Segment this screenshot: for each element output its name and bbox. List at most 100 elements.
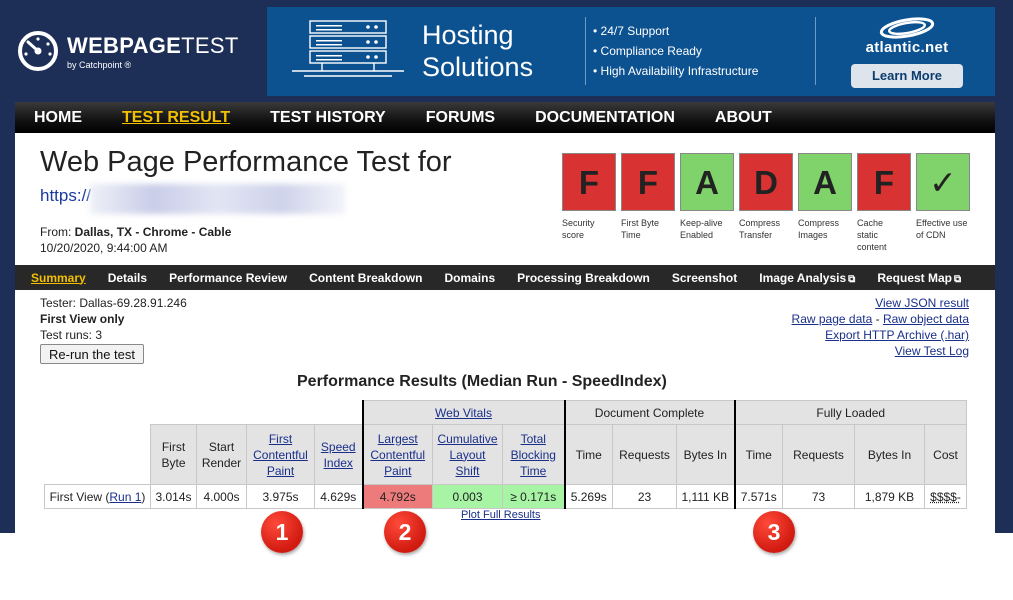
page-title: Web Page Performance Test for	[40, 146, 452, 178]
col-fl-bytes: Bytes In	[854, 424, 925, 485]
grade-compress-images[interactable]: A	[798, 153, 852, 211]
empty-header	[45, 401, 363, 425]
table-row: First View (Run 1) 3.014s 4.000s 3.975s …	[44, 484, 967, 509]
tab-request-map[interactable]: Request Map ⧉	[877, 271, 961, 285]
nav-about[interactable]: ABOUT	[715, 109, 772, 127]
external-link-icon: ⧉	[954, 273, 962, 285]
test-runs: Test runs: 3	[40, 328, 103, 342]
col-lcp[interactable]: Largest Contentful Paint	[361, 424, 433, 485]
col-dc-bytes: Bytes In	[676, 424, 735, 485]
view-mode: First View only	[40, 312, 125, 326]
run-1-link[interactable]: Run 1	[109, 490, 141, 504]
external-link-icon: ⧉	[848, 273, 856, 285]
test-date: 10/20/2020, 9:44:00 AM	[40, 241, 168, 255]
cell-first-byte: 3.014s	[150, 484, 197, 509]
grade-keep-alive[interactable]: A	[680, 153, 734, 211]
plot-full-results-link[interactable]: Plot Full Results	[461, 509, 540, 521]
server-rack-icon	[292, 20, 404, 77]
cell-fl-cost[interactable]: $$$$-	[924, 484, 967, 509]
tab-performance-review[interactable]: Performance Review	[169, 271, 287, 285]
annotation-marker-1: 1	[261, 511, 303, 553]
grade-label: Keep-alive Enabled	[680, 218, 723, 240]
ad-bullets: • 24/7 Support • Compliance Ready • High…	[593, 21, 758, 81]
ad-title: Hosting Solutions	[422, 20, 534, 82]
cell-tbt: ≥ 0.171s	[502, 484, 565, 509]
rerun-test-button[interactable]: Re-run the test	[40, 344, 144, 364]
annotation-marker-2: 2	[384, 511, 426, 553]
grade-cdn[interactable]: ✓	[916, 153, 970, 211]
url-redaction-blur	[90, 184, 345, 214]
tab-processing-breakdown[interactable]: Processing Breakdown	[517, 271, 650, 285]
nav-test-history[interactable]: TEST HISTORY	[270, 109, 386, 127]
cell-start-render: 4.000s	[196, 484, 247, 509]
raw-data-links: Raw page data - Raw object data	[791, 312, 969, 326]
tester-info: Tester: Dallas-69.28.91.246	[40, 296, 187, 310]
col-speed-index[interactable]: Speed Index	[314, 424, 363, 485]
web-vitals-header[interactable]: Web Vitals	[361, 400, 565, 425]
col-cls[interactable]: Cumulative Layout Shift	[432, 424, 503, 485]
grade-first-byte-time[interactable]: F	[621, 153, 675, 211]
document-complete-header: Document Complete	[563, 400, 735, 425]
tab-content-breakdown[interactable]: Content Breakdown	[309, 271, 422, 285]
tab-domains[interactable]: Domains	[444, 271, 495, 285]
grade-security-score[interactable]: F	[562, 153, 616, 211]
atlantic-swoosh-icon	[879, 17, 935, 39]
col-tbt[interactable]: Total Blocking Time	[502, 424, 565, 485]
tab-image-analysis[interactable]: Image Analysis ⧉	[759, 271, 855, 285]
col-start-render: Start Render	[196, 424, 247, 485]
brand-name: WEBPAGETEST	[67, 32, 239, 58]
ad-banner[interactable]: Hosting Solutions • 24/7 Support • Compl…	[267, 7, 995, 96]
ad-bullet: • Compliance Ready	[593, 44, 702, 58]
grade-label: Security score	[562, 218, 595, 240]
tab-details[interactable]: Details	[108, 271, 147, 285]
col-fcp[interactable]: First Contentful Paint	[246, 424, 315, 485]
col-fl-time: Time	[733, 424, 783, 485]
performance-results-table: Web Vitals Document Complete Fully Loade…	[44, 400, 967, 509]
result-tabs: Summary Details Performance Review Conte…	[15, 265, 995, 290]
row-label: First View (Run 1)	[44, 484, 151, 509]
test-location: From: Dallas, TX - Chrome - Cable	[40, 225, 232, 239]
col-dc-time: Time	[563, 424, 613, 485]
grade-label: Cache static content	[857, 218, 887, 252]
learn-more-button[interactable]: Learn More	[851, 64, 963, 88]
nav-home[interactable]: HOME	[34, 109, 82, 127]
annotation-marker-3: 3	[753, 511, 795, 553]
col-fl-cost: Cost	[924, 424, 967, 485]
cell-speed-index: 4.629s	[314, 484, 363, 509]
row-label-header	[44, 424, 151, 485]
grade-label: First Byte Time	[621, 218, 660, 240]
speedometer-icon	[18, 31, 58, 71]
cell-fl-requests: 73	[782, 484, 855, 509]
grade-label: Compress Images	[798, 218, 840, 240]
raw-object-data-link[interactable]: Raw object data	[883, 312, 969, 326]
results-title: Performance Results (Median Run - SpeedI…	[297, 373, 667, 390]
cell-fcp: 3.975s	[246, 484, 315, 509]
view-json-link[interactable]: View JSON result	[875, 296, 969, 310]
grade-label: Effective use of CDN	[916, 218, 968, 240]
tab-summary[interactable]: Summary	[31, 271, 86, 285]
cell-fl-time: 7.571s	[733, 484, 783, 509]
grade-label: Compress Transfer	[739, 218, 781, 240]
grade-cache-static[interactable]: F	[857, 153, 911, 211]
view-test-log-link[interactable]: View Test Log	[895, 344, 969, 358]
nav-test-result[interactable]: TEST RESULT	[122, 109, 230, 127]
fully-loaded-header: Fully Loaded	[733, 400, 967, 425]
tab-screenshot[interactable]: Screenshot	[672, 271, 737, 285]
cell-dc-requests: 23	[612, 484, 677, 509]
tested-url[interactable]: https://	[40, 186, 91, 206]
webpagetest-logo[interactable]: WEBPAGETEST by Catchpoint ®	[17, 26, 239, 76]
ad-brand-logo: atlantic.net	[849, 17, 965, 56]
grade-compress-transfer[interactable]: D	[739, 153, 793, 211]
ad-divider	[585, 17, 586, 85]
cell-cls: 0.003	[432, 484, 503, 509]
export-har-link[interactable]: Export HTTP Archive (.har)	[825, 328, 969, 342]
cell-fl-bytes: 1,879 KB	[854, 484, 925, 509]
col-fl-requests: Requests	[782, 424, 855, 485]
nav-documentation[interactable]: DOCUMENTATION	[535, 109, 675, 127]
cell-dc-bytes: 1,111 KB	[676, 484, 735, 509]
nav-forums[interactable]: FORUMS	[426, 109, 495, 127]
raw-page-data-link[interactable]: Raw page data	[792, 312, 873, 326]
brand-byline: by Catchpoint ®	[67, 59, 132, 70]
main-nav: HOME TEST RESULT TEST HISTORY FORUMS DOC…	[15, 102, 995, 133]
ad-bullet: • 24/7 Support	[593, 24, 670, 38]
